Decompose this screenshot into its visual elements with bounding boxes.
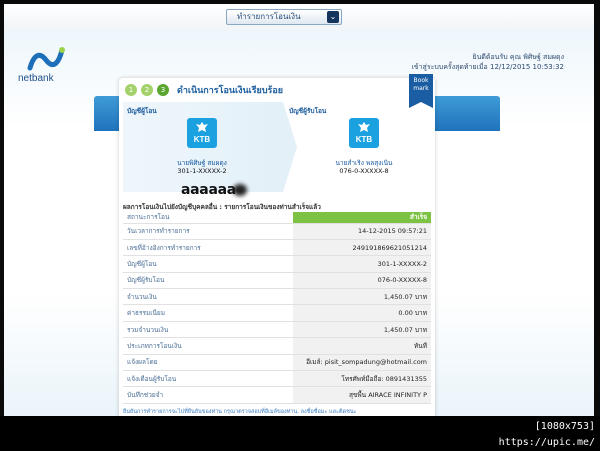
detail-label: แจ้งเตือนผู้รับโอน <box>123 370 293 388</box>
table-row: บัญชีผู้โอน 301-1-XXXXX-2 <box>123 255 431 273</box>
detail-label: บัญชีผู้รับโอน <box>123 272 293 290</box>
detail-value: 301-1-XXXXX-2 <box>293 255 431 273</box>
netbank-logo-icon <box>27 47 65 71</box>
transfer-parties: บัญชีผู้โอน KTB นายพิศิษฐ์ สมผดุง 301-1-… <box>123 102 431 198</box>
netbank-logo: netbank <box>18 46 78 88</box>
detail-label: บันทึกช่วยจำ <box>123 386 293 404</box>
transaction-details-table: สถานะการโอน สำเร็จ วันเวลาการทำรายการ 14-12… <box>123 212 431 404</box>
table-row: แจ้งผลโดย อีเมล์: pisit_sompadung@hotmail… <box>123 354 431 372</box>
ktb-logo-from: KTB <box>187 118 217 148</box>
garuda-icon <box>358 122 370 132</box>
detail-value: อีเมล์: pisit_sompadung@hotmail.com <box>293 354 431 372</box>
table-row: ประเภทการโอนเงิน ทันที <box>123 337 431 355</box>
detail-label: บัญชีผู้โอน <box>123 255 293 273</box>
table-row: ค่าธรรมเนียม 0.00 บาท <box>123 304 431 322</box>
bookmark-label-2: mark <box>413 85 429 92</box>
table-row: วันเวลาการทำรายการ 14-12-2015 09:57:21 <box>123 223 431 240</box>
welcome-text: ยินดีต้อนรับ คุณ พิศิษฐ์ สมผดุง <box>472 53 564 61</box>
from-account-label: บัญชีผู้โอน <box>127 107 157 115</box>
detail-value: ทันที <box>293 337 431 355</box>
ktb-logo-to: KTB <box>349 118 379 148</box>
screenshot-frame: ทำรายการโอนเงิน ⌄ netbank ยินดีต้อนรับ ค… <box>0 0 600 448</box>
table-row: แจ้งเตือนผู้รับโอน โทรศัพท์มือถือ: 089143… <box>123 370 431 388</box>
footer-note: ยืนยันการทำรายการจะไปที่ยืนยันของท่าน กร… <box>123 409 357 415</box>
ktb-text: KTB <box>355 135 373 144</box>
step-2: 2 <box>141 84 153 96</box>
table-row: เลขที่อ้างอิงการทำรายการ 2491918696210512… <box>123 239 431 257</box>
last-login-text: เข้าสู่ระบบครั้งสุดท้ายเมื่อ 12/12/2015 … <box>411 63 564 71</box>
ktb-text: KTB <box>193 135 211 144</box>
chevron-down-icon: ⌄ <box>327 11 339 23</box>
detail-label: ค่าธรรมเนียม <box>123 304 293 322</box>
detail-value: 076-0-XXXXX-8 <box>293 272 431 290</box>
step-title: ดำเนินการโอนเงินเรียบร้อย <box>177 86 284 96</box>
upic-watermark: [1080x753] https://upic.me/ <box>437 419 597 448</box>
table-row: บันทึกช่วยจำ สุขพื้น AIRACE INFINITY P <box>123 386 431 404</box>
transaction-menu-label: ทำรายการโอนเงิน <box>237 12 301 21</box>
user-info: ยินดีต้อนรับ คุณ พิศิษฐ์ สมผดุง เข้าสู่ร… <box>304 52 564 72</box>
detail-value: 1,450.07 บาท <box>293 321 431 339</box>
detail-value: สำเร็จ <box>293 212 431 224</box>
detail-label: จำนวนเงิน <box>123 288 293 306</box>
detail-value: 1,450.07 บาท <box>293 288 431 306</box>
detail-label: วันเวลาการทำรายการ <box>123 223 293 240</box>
bookmark-button[interactable]: Book mark <box>409 74 433 108</box>
table-row: จำนวนเงิน 1,450.07 บาท <box>123 288 431 306</box>
transfer-result-card: 1 2 3 ดำเนินการโอนเงินเรียบร้อย Book mar… <box>119 74 435 416</box>
step-1: 1 <box>125 84 137 96</box>
from-account-number: 301-1-XXXXX-2 <box>177 167 227 175</box>
masked-text: aaaaaa <box>181 182 236 198</box>
redaction-blur <box>233 184 247 196</box>
to-account-number: 076-0-XXXXX-8 <box>339 167 389 175</box>
detail-label: แจ้งผลโดย <box>123 354 293 372</box>
table-row: สถานะการโอน สำเร็จ <box>123 212 431 224</box>
detail-value: 249191869621051214 <box>293 239 431 257</box>
detail-label: เลขที่อ้างอิงการทำรายการ <box>123 239 293 257</box>
step-3: 3 <box>157 84 169 96</box>
bookmark-label-1: Book <box>413 77 429 84</box>
top-bar: ทำรายการโอนเงิน ⌄ <box>4 4 594 30</box>
detail-value: 0.00 บาท <box>293 304 431 322</box>
detail-label: สถานะการโอน <box>123 212 293 224</box>
netbank-window: ทำรายการโอนเงิน ⌄ netbank ยินดีต้อนรับ ค… <box>4 4 594 416</box>
garuda-icon <box>196 122 208 132</box>
table-row: รวมจำนวนเงิน 1,450.07 บาท <box>123 321 431 339</box>
transaction-menu-dropdown[interactable]: ทำรายการโอนเงิน ⌄ <box>226 9 342 25</box>
netbank-logo-text: netbank <box>18 73 54 84</box>
table-row: บัญชีผู้รับโอน 076-0-XXXXX-8 <box>123 272 431 290</box>
detail-value: 14-12-2015 09:57:21 <box>293 223 431 240</box>
detail-label: ประเภทการโอนเงิน <box>123 337 293 355</box>
step-indicator: 1 2 3 ดำเนินการโอนเงินเรียบร้อย <box>125 82 283 98</box>
to-account-label: บัญชีผู้รับโอน <box>289 107 327 115</box>
detail-value: โทรศัพท์มือถือ: 0891431355 <box>293 370 431 388</box>
detail-value: สุขพื้น AIRACE INFINITY P <box>293 386 431 404</box>
detail-label: รวมจำนวนเงิน <box>123 321 293 339</box>
